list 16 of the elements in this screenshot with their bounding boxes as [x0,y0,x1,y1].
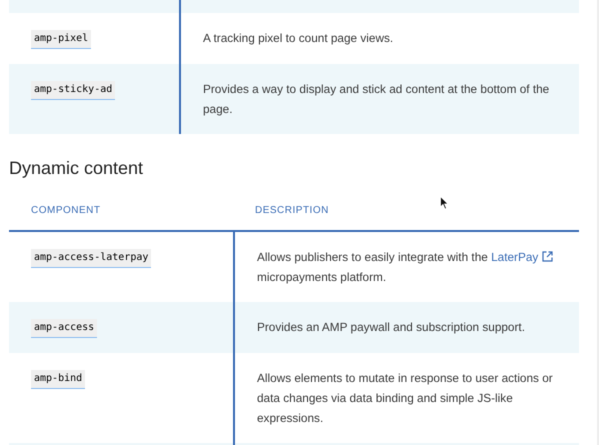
component-name: amp-pixel [31,30,92,49]
column-header: COMPONENT [30,204,102,216]
component-name: amp-bind [31,370,86,389]
component-name: amp-access-laterpay [31,249,152,268]
component-name: amp-access [31,319,98,338]
mouse-pointer-icon [440,196,449,210]
description-text: Allows publishers to easily integrate with the LaterPay micropayments platform. [257,247,573,287]
section-heading: Dynamic content [9,157,144,180]
description-text: Provides an AMP paywall and subscription support. [257,319,526,336]
description-text: Provides a way to display and stick ad content at the bottom of the page. [203,81,550,118]
component-name: amp-sticky-ad [31,81,116,100]
external-link-icon[interactable] [542,251,554,262]
laterpay-link[interactable]: LaterPay [491,250,554,264]
description-text: A tracking pixel to count page views. [203,30,394,47]
column-header: DESCRIPTION [254,204,330,216]
description-text: Allows elements to mutate in response to user actions or data changes via data binding and simple JS-like expressions. [257,370,554,427]
